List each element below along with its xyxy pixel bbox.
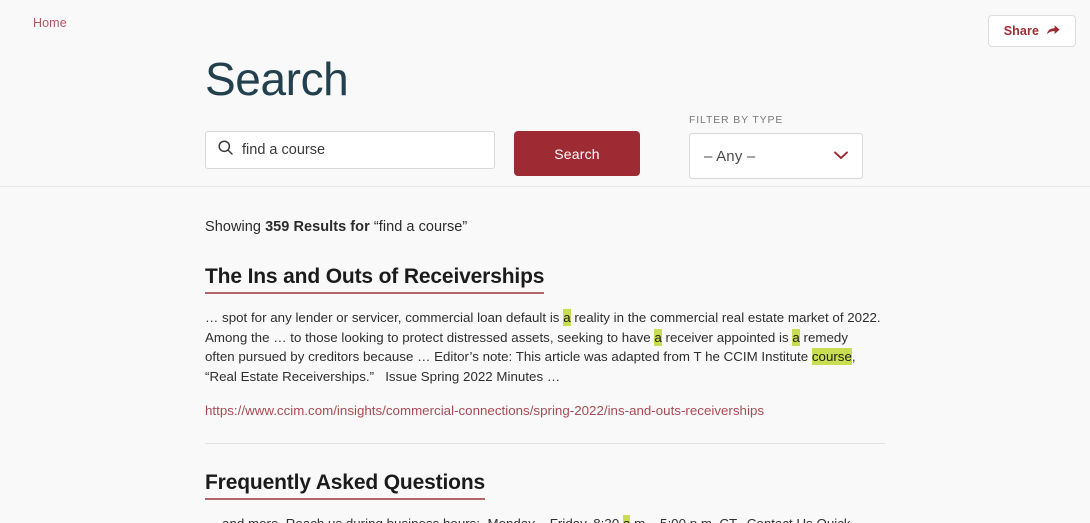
result-item: Frequently Asked Questions … and more. Re…: [205, 442, 885, 523]
snippet-text: … spot for any lender or servicer, comme…: [205, 310, 564, 326]
results-count: Showing 359 Results for “find a course”: [205, 219, 1090, 235]
result-title-link[interactable]: The Ins and Outs of Receiverships: [205, 265, 544, 295]
result-snippet: … spot for any lender or servicer, comme…: [205, 308, 881, 386]
chevron-down-icon: [834, 147, 848, 165]
filter-by-type-group: FILTER BY TYPE – Any –: [689, 114, 863, 179]
snippet-highlight: a: [654, 328, 662, 346]
snippet-text: … and more. Reach us during business hou…: [205, 516, 623, 523]
search-hero: Search Search FILTER BY TYPE – Any –: [0, 47, 1090, 187]
page-title: Search: [205, 53, 349, 105]
search-row: Search: [205, 131, 640, 176]
snippet-highlight: course: [811, 348, 852, 366]
search-submit-button[interactable]: Search: [514, 131, 640, 176]
search-input[interactable]: [242, 132, 472, 168]
result-url-link[interactable]: https://www.ccim.com/insights/commercial…: [205, 403, 764, 418]
snippet-highlight: a: [792, 328, 800, 346]
results-count-query: “find a course”: [369, 219, 468, 235]
result-title-link[interactable]: Frequently Asked Questions: [205, 471, 485, 500]
top-bar: Home Share: [0, 0, 1090, 47]
results-count-prefix: Showing: [205, 219, 266, 235]
result-snippet: … and more. Reach us during business hou…: [205, 514, 881, 523]
share-button-label: Share: [1003, 24, 1039, 38]
results-list: The Ins and Outs of Receiverships … spot …: [205, 265, 1090, 523]
filter-by-type-select[interactable]: – Any –: [689, 133, 863, 179]
search-icon: [218, 140, 233, 160]
breadcrumb-home-link[interactable]: Home: [33, 16, 67, 30]
snippet-highlight: a: [563, 309, 571, 327]
result-item: The Ins and Outs of Receiverships … spot …: [205, 265, 885, 420]
filter-by-type-value: – Any –: [704, 147, 756, 165]
search-field[interactable]: [205, 131, 495, 169]
results-area: Showing 359 Results for “find a course” …: [0, 219, 1090, 523]
results-count-number: 359 Results for: [265, 219, 370, 235]
snippet-text: receiver appointed is: [661, 329, 793, 345]
share-button[interactable]: Share: [987, 15, 1076, 47]
filter-by-type-label: FILTER BY TYPE: [689, 114, 784, 126]
share-arrow-icon: [1046, 23, 1061, 39]
